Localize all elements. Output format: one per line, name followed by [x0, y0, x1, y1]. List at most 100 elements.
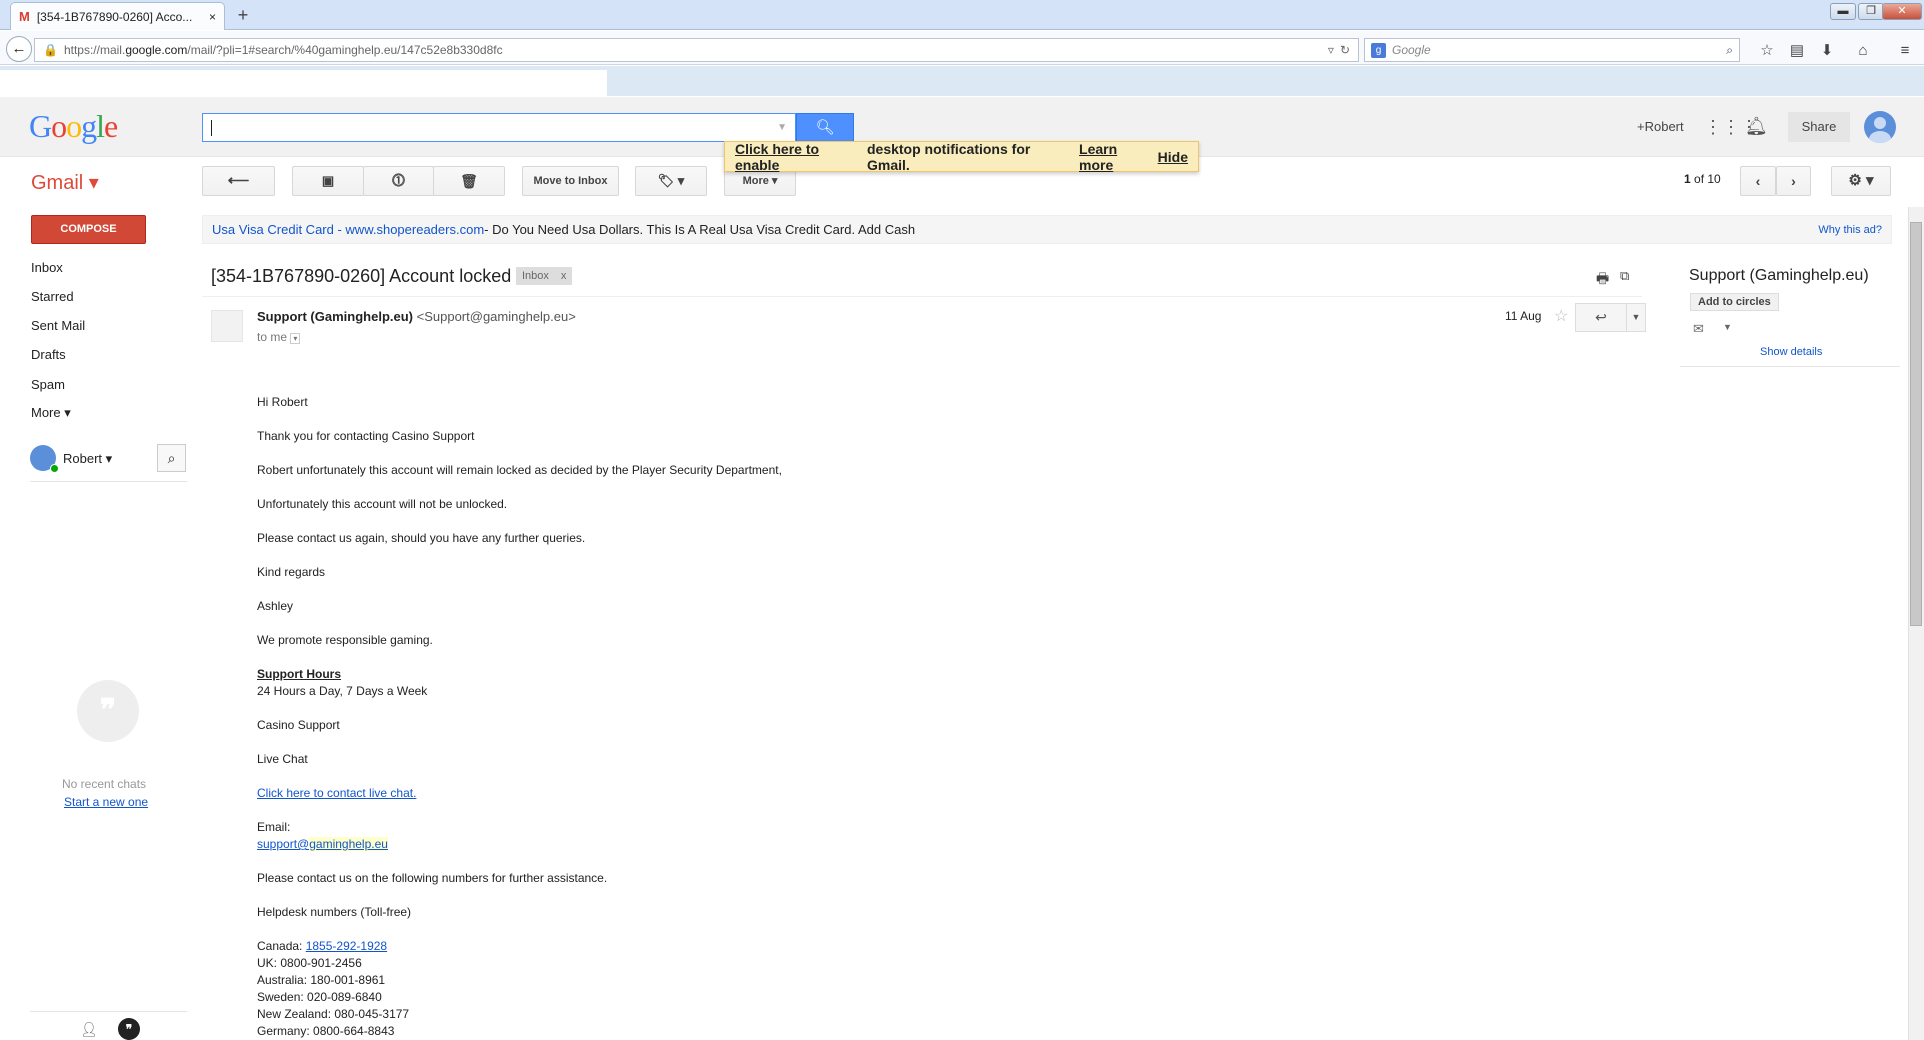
start-new-chat-link[interactable]: Start a new one — [64, 795, 148, 809]
sender-avatar — [211, 310, 243, 342]
chevron-left-icon: ‹ — [1755, 173, 1761, 189]
url-text: https://mail.google.com/mail/?pli=1#sear… — [63, 43, 503, 57]
inbox-label-chip: Inbox x — [516, 267, 573, 285]
close-window-button[interactable]: ✕ — [1882, 3, 1922, 20]
ad-link[interactable]: Usa Visa Credit Card - www.shopereaders.… — [212, 222, 484, 237]
notifications-bell-icon[interactable]: 🔔︎ — [1745, 116, 1768, 137]
spam-icon: ⓵ — [391, 173, 405, 188]
body-paragraph: Live Chat — [257, 752, 308, 766]
dropdown-icon[interactable]: ▿ — [1328, 43, 1334, 57]
recipients[interactable]: to me ▾ — [257, 330, 301, 344]
add-to-circles-button[interactable]: Add to circles — [1690, 293, 1779, 311]
older-button[interactable]: › — [1776, 166, 1811, 196]
new-window-icon[interactable]: ⧉ — [1620, 268, 1629, 284]
gmail-app-menu[interactable]: Gmail ▾ — [31, 170, 99, 195]
helpdesk-title: Helpdesk numbers (Toll-free) — [257, 905, 412, 919]
bookmarks-icon[interactable]: ▤ — [1786, 40, 1808, 62]
sidebar-item-drafts[interactable]: Drafts — [31, 347, 66, 362]
chevron-down-icon[interactable]: ▼ — [1723, 322, 1732, 332]
email-label: Email: — [257, 820, 291, 834]
live-chat-link[interactable]: Click here to contact live chat. — [257, 786, 416, 800]
compose-button[interactable]: COMPOSE — [31, 215, 146, 244]
labels-button[interactable]: 🏷︎ ▾ — [635, 166, 707, 196]
move-to-inbox-button[interactable]: Move to Inbox — [522, 166, 619, 196]
online-status-dot — [50, 464, 59, 473]
download-icon[interactable]: ⬇ — [1816, 40, 1838, 62]
envelope-icon[interactable]: ✉ — [1693, 321, 1704, 337]
divider — [1680, 366, 1900, 367]
phone-link[interactable]: 1855-292-1928 — [306, 939, 387, 953]
tab-close-icon[interactable]: × — [209, 10, 216, 24]
settings-button[interactable]: ⚙︎ ▾ — [1831, 166, 1891, 196]
magnifier-icon[interactable]: ⌕ — [1726, 43, 1733, 58]
home-icon[interactable]: ⌂ — [1852, 40, 1874, 62]
search-button[interactable]: 🔍︎ — [796, 113, 854, 142]
remove-label-icon[interactable]: x — [561, 267, 567, 285]
report-spam-button[interactable]: ⓵ — [363, 166, 434, 196]
browser-titlebar — [0, 0, 1924, 30]
account-avatar[interactable] — [1864, 111, 1896, 143]
divider — [202, 296, 1642, 297]
notification-text: desktop notifications for Gmail. — [866, 140, 1031, 173]
sidebar-item-more[interactable]: More ▾ — [31, 405, 71, 421]
body-paragraph: Robert unfortunately this account will r… — [257, 463, 782, 477]
message-body: Hi Robert Thank you for contacting Casin… — [257, 394, 1157, 1040]
support-email-link[interactable]: support@gaminghelp.eu — [257, 837, 388, 851]
hide-link[interactable]: Hide — [1158, 149, 1188, 165]
scrollbar-thumb[interactable] — [1910, 222, 1922, 626]
divider — [30, 1011, 187, 1012]
phone-row: Sweden: 020-089-6840 — [257, 990, 382, 1004]
reply-button[interactable]: ↩ — [1575, 303, 1627, 332]
people-search-button[interactable]: ⌕ — [157, 444, 186, 472]
menu-icon[interactable]: ≡ — [1894, 40, 1916, 62]
print-icon[interactable]: 🖶︎ — [1596, 268, 1609, 292]
archive-button[interactable]: ▣ — [292, 166, 364, 196]
maximize-button[interactable]: ❐ — [1858, 3, 1884, 20]
browser-tab[interactable]: M [354-1B767890-0260] Acco... × — [10, 2, 225, 30]
search-options-icon[interactable]: ▼ — [777, 122, 787, 133]
sidebar-item-starred[interactable]: Starred — [31, 289, 74, 304]
bookmark-bar — [0, 66, 1924, 96]
sender-name: Support (Gaminghelp.eu) — [257, 309, 413, 324]
new-tab-button[interactable]: + — [232, 4, 254, 26]
tab-title: [354-1B767890-0260] Acco... — [36, 9, 193, 24]
apps-grid-icon[interactable]: ⋮⋮⋮ — [1704, 117, 1758, 137]
divider — [30, 481, 187, 482]
sidebar-item-inbox[interactable]: Inbox — [31, 260, 63, 275]
contact-name: Support (Gaminghelp.eu) — [1689, 267, 1869, 284]
mail-search-input[interactable]: ▼ — [202, 113, 796, 142]
browser-search-field[interactable]: g Google ⌕ — [1364, 38, 1740, 62]
google-engine-icon[interactable]: g — [1371, 42, 1386, 58]
learn-more-link[interactable]: Learn more — [1079, 141, 1152, 173]
google-logo[interactable]: Google — [29, 108, 118, 145]
minimize-button[interactable]: ▬ — [1830, 3, 1856, 20]
person-icon[interactable]: 👤︎ — [80, 1021, 98, 1038]
reply-icon: ↩ — [1595, 309, 1607, 325]
account-link[interactable]: +Robert — [1637, 119, 1684, 134]
newer-button[interactable]: ‹ — [1740, 166, 1776, 196]
gmail-favicon-icon: M — [19, 9, 30, 24]
sender[interactable]: Support (Gaminghelp.eu) <Support@gamingh… — [257, 309, 576, 324]
details-dropdown-icon[interactable]: ▾ — [290, 333, 301, 344]
url-bar[interactable]: 🔒 https://mail.google.com/mail/?pli=1#se… — [34, 38, 1359, 62]
body-paragraph: Unfortunately this account will not be u… — [257, 497, 508, 511]
show-details-link[interactable]: Show details — [1760, 346, 1822, 358]
bookmark-star-icon[interactable]: ☆ — [1756, 40, 1778, 62]
why-this-ad-link[interactable]: Why this ad? — [1818, 224, 1882, 236]
back-to-list-button[interactable]: ⟵ — [202, 166, 275, 196]
sidebar-item-sent[interactable]: Sent Mail — [31, 318, 85, 333]
delete-button[interactable]: 🗑︎ — [433, 166, 505, 196]
hangouts-icon[interactable]: ❞ — [118, 1018, 140, 1040]
enable-notifications-link[interactable]: Click here to enable — [735, 141, 861, 173]
back-button[interactable]: ← — [6, 36, 32, 62]
share-button[interactable]: Share — [1788, 112, 1850, 142]
star-icon[interactable]: ☆ — [1554, 306, 1568, 326]
sidebar-item-spam[interactable]: Spam — [31, 377, 65, 392]
body-greeting: Hi Robert — [257, 395, 308, 409]
reload-icon[interactable]: ↻ — [1340, 43, 1350, 57]
message-subject: [354-1B767890-0260] Account locked — [211, 266, 512, 286]
more-actions-button[interactable]: ▼ — [1626, 303, 1646, 332]
trash-icon: 🗑︎ — [460, 173, 478, 189]
ad-bar: Usa Visa Credit Card - www.shopereaders.… — [202, 215, 1892, 244]
chat-user-name[interactable]: Robert ▾ — [63, 451, 112, 467]
